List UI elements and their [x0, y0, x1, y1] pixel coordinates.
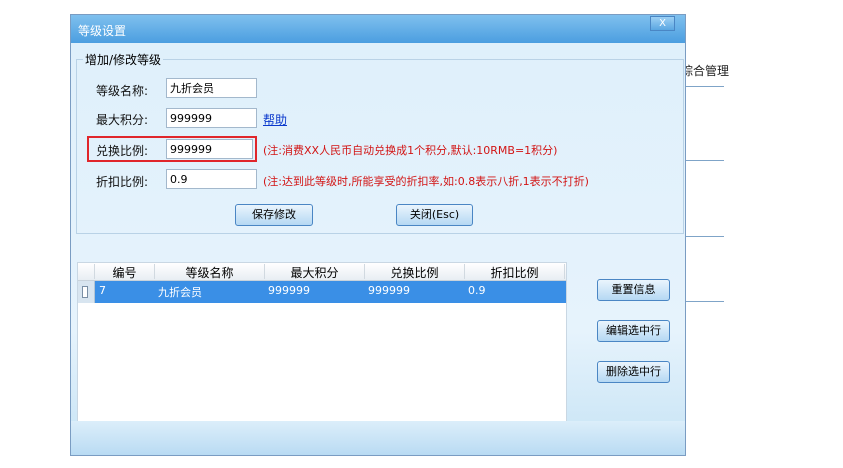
background-divider — [686, 301, 724, 302]
background-divider — [686, 236, 724, 237]
help-link[interactable]: 帮助 — [263, 111, 287, 128]
max-points-label: 最大积分: — [96, 113, 149, 127]
exchange-ratio-label: 兑换比例: — [96, 144, 149, 158]
dialog-footer — [71, 421, 685, 455]
close-button[interactable]: 关闭(Esc) — [396, 204, 473, 226]
max-points-input[interactable]: 999999 — [166, 108, 257, 128]
discount-input[interactable]: 0.9 — [166, 169, 257, 189]
discount-label: 折扣比例: — [96, 175, 149, 189]
header-corner — [78, 264, 95, 279]
cell-max-points: 999999 — [268, 284, 310, 297]
background-divider — [686, 160, 724, 161]
header-exchange-ratio[interactable]: 兑换比例 — [365, 264, 465, 280]
row-indicator-icon — [82, 286, 88, 298]
dialog-title: 等级设置 — [78, 24, 127, 38]
level-name-input[interactable]: 九折会员 — [166, 78, 257, 98]
cell-exchange-ratio: 999999 — [368, 284, 410, 297]
cell-discount: 0.9 — [468, 284, 486, 297]
header-level-name[interactable]: 等级名称 — [155, 264, 265, 280]
cell-id: 7 — [99, 284, 106, 297]
header-id[interactable]: 编号 — [95, 264, 155, 280]
levels-table[interactable]: 编号 等级名称 最大积分 兑换比例 折扣比例 7 九折会员 999999 999… — [77, 262, 567, 434]
dialog-titlebar[interactable]: 等级设置 X — [71, 15, 685, 43]
edit-selected-button[interactable]: 编辑选中行 — [597, 320, 670, 342]
level-settings-dialog: 等级设置 X 增加/修改等级 等级名称: 九折会员 最大积分: 999999 帮… — [70, 14, 686, 456]
row-selector[interactable] — [78, 281, 95, 303]
cell-level-name: 九折会员 — [158, 286, 202, 299]
level-name-label: 等级名称: — [96, 84, 149, 98]
close-icon[interactable]: X — [650, 16, 675, 31]
background-divider — [686, 86, 724, 87]
header-max-points[interactable]: 最大积分 — [265, 264, 365, 280]
exchange-note: (注:消费XX人民币自动兑换成1个积分,默认:10RMB=1积分) — [263, 144, 558, 157]
dialog-body: 增加/修改等级 等级名称: 九折会员 最大积分: 999999 帮助 兑换比例:… — [71, 43, 685, 455]
save-button[interactable]: 保存修改 — [235, 204, 313, 226]
discount-note: (注:达到此等级时,所能享受的折扣率,如:0.8表示八折,1表示不打折) — [263, 175, 589, 188]
delete-selected-button[interactable]: 删除选中行 — [597, 361, 670, 383]
exchange-ratio-input[interactable]: 999999 — [166, 139, 253, 159]
group-title: 增加/修改等级 — [85, 53, 162, 67]
table-header: 编号 等级名称 最大积分 兑换比例 折扣比例 — [78, 263, 566, 281]
table-row[interactable]: 7 九折会员 999999 999999 0.9 — [78, 281, 566, 303]
header-discount[interactable]: 折扣比例 — [465, 264, 565, 280]
reset-button[interactable]: 重置信息 — [597, 279, 670, 301]
background-menu-label: 综合管理 — [681, 64, 730, 78]
